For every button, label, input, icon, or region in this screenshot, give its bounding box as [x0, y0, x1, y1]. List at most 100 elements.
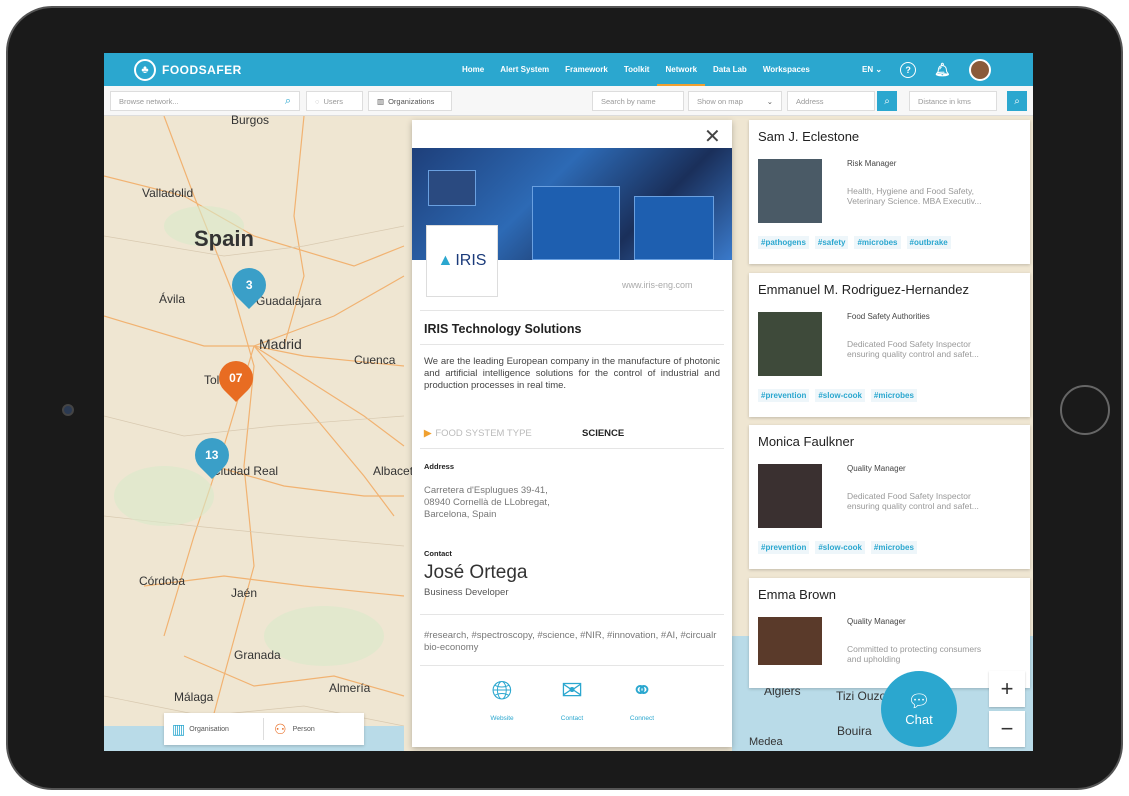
person-tags: #pathogens #safety #microbes #outbrake — [758, 236, 951, 249]
users-icon: ◌ — [315, 96, 320, 106]
contact-button[interactable]: ✉ Contact — [552, 675, 592, 722]
person-tags: #prevention #slow-cook #microbes — [758, 541, 917, 554]
map-label-almeria: Almería — [329, 681, 371, 695]
tag[interactable]: #slow-cook — [815, 389, 865, 402]
name-placeholder: Search by name — [601, 96, 656, 106]
tag[interactable]: #prevention — [758, 389, 810, 402]
search-by-name-input[interactable]: Search by name — [592, 91, 684, 111]
website-text[interactable]: www.iris-eng.com — [622, 280, 693, 290]
food-system-value: SCIENCE — [582, 428, 625, 439]
tag[interactable]: #pathogens — [758, 236, 809, 249]
language-select[interactable]: EN ⌄ — [862, 65, 882, 74]
nav-workspaces[interactable]: Workspaces — [755, 53, 818, 86]
address-line: 08940 Cornellà de LLobregat, — [424, 497, 550, 508]
website-label: Website — [490, 715, 514, 722]
map-label-malaga: Málaga — [174, 690, 214, 704]
organizations-label: Organizations — [388, 96, 435, 106]
cluster-count: 13 — [205, 448, 219, 463]
home-button[interactable] — [1060, 385, 1110, 435]
language-label: EN — [862, 65, 874, 74]
person-card[interactable]: Emma Brown Quality Manager Committed to … — [749, 578, 1030, 688]
booth-box — [428, 170, 476, 206]
tag[interactable]: #microbes — [854, 236, 901, 249]
person-role: Risk Manager — [847, 159, 897, 168]
question-icon[interactable]: ? — [900, 61, 917, 78]
organizations-toggle[interactable]: ▥ Organizations — [368, 91, 452, 111]
map-label-madrid: Madrid — [259, 336, 302, 352]
nav-right: EN ⌄ ? 🔔︎ — [862, 53, 991, 86]
brand-name: FOODSAFER — [162, 62, 242, 77]
bell-icon[interactable]: 🔔︎ — [934, 62, 951, 78]
person-description: Committed to protecting consumers and up… — [847, 644, 982, 664]
organization-description: We are the leading European company in t… — [424, 356, 720, 391]
nav-home[interactable]: Home — [454, 53, 492, 86]
users-toggle[interactable]: ◌ Users — [306, 91, 363, 111]
divider — [420, 614, 724, 615]
close-icon[interactable]: ✕ — [704, 124, 721, 149]
tag[interactable]: #safety — [814, 236, 849, 249]
distance-input[interactable]: Distance in kms — [909, 91, 997, 111]
person-role: Quality Manager — [847, 617, 906, 626]
brand-logo[interactable]: ♣ FOODSAFER — [134, 58, 242, 81]
person-photo — [758, 464, 822, 528]
contact-icon: ✉ — [561, 675, 583, 705]
camera — [62, 404, 74, 416]
contact-role: Business Developer — [424, 587, 509, 598]
show-on-map-select[interactable]: Show on map ⌄ — [688, 91, 782, 111]
tag[interactable]: #prevention — [758, 541, 810, 554]
contact-name: José Ortega — [424, 562, 528, 583]
action-buttons: 🌐︎ Website ✉ Contact ⚭ Connect — [412, 675, 732, 722]
person-card[interactable]: Emmanuel M. Rodriguez-Hernandez Food Saf… — [749, 273, 1030, 417]
map-label-spain: Spain — [194, 226, 254, 251]
nav-data-lab[interactable]: Data Lab — [705, 53, 755, 86]
person-name: Monica Faulkner — [758, 434, 855, 449]
address-input[interactable]: Address — [787, 91, 875, 111]
nav-toolkit[interactable]: Toolkit — [616, 53, 658, 86]
map-label-cuenca: Cuenca — [354, 353, 396, 367]
connect-button[interactable]: ⚭ Connect — [622, 675, 662, 722]
map-label-medea: Medea — [749, 736, 783, 748]
handshake-icon: ⚭ — [631, 675, 653, 705]
website-button[interactable]: 🌐︎ Website — [482, 675, 522, 722]
tag[interactable]: #microbes — [870, 389, 917, 402]
zoom-in-button[interactable]: + — [989, 671, 1025, 707]
address-search-button[interactable]: ⌕ — [877, 91, 897, 111]
browse-network-input[interactable]: Browse network... ⌕ — [110, 91, 300, 111]
tag[interactable]: #slow-cook — [815, 541, 865, 554]
arrow-icon: ▶ — [424, 428, 432, 439]
organisation-icon: ▥ — [172, 720, 186, 737]
tag[interactable]: #outbrake — [906, 236, 951, 249]
search-icon: ⌕ — [284, 94, 291, 107]
tag[interactable]: #microbes — [870, 541, 917, 554]
contact-button-label: Contact — [560, 715, 584, 722]
organization-name: IRIS Technology Solutions — [424, 322, 582, 336]
chat-button[interactable]: 💬︎ Chat — [881, 671, 957, 747]
chat-label: Chat — [905, 712, 933, 727]
distance-placeholder: Distance in kms — [918, 96, 971, 106]
map-label-jaen: Jaén — [231, 586, 258, 600]
connect-label: Connect — [629, 715, 655, 722]
person-photo — [758, 159, 822, 223]
legend-person-label: Person — [292, 725, 315, 733]
person-description: Health, Hygiene and Food Safety, Veterin… — [847, 186, 982, 206]
legend-person[interactable]: ⚇ Person — [264, 721, 315, 738]
address-line: Barcelona, Spain — [424, 509, 497, 520]
divider — [420, 665, 724, 666]
app-screen: ♣ FOODSAFER Home Alert System Framework … — [104, 53, 1033, 751]
nav-framework[interactable]: Framework — [557, 53, 616, 86]
zoom-out-button[interactable]: − — [989, 711, 1025, 747]
organizations-icon: ▥ — [377, 96, 385, 106]
person-name: Emma Brown — [758, 587, 837, 602]
person-card[interactable]: Sam J. Eclestone Risk Manager Health, Hy… — [749, 120, 1030, 264]
cluster-count: 07 — [229, 371, 243, 386]
food-system-type: ▶ FOOD SYSTEM TYPE — [424, 428, 532, 439]
browse-placeholder: Browse network... — [119, 96, 179, 106]
nav-network[interactable]: Network — [657, 53, 706, 86]
user-avatar[interactable] — [968, 58, 991, 81]
person-card[interactable]: Monica Faulkner Quality Manager Dedicate… — [749, 425, 1030, 569]
nav-alert-system[interactable]: Alert System — [492, 53, 557, 86]
legend-organisation[interactable]: ▥ Organisation — [164, 718, 264, 740]
distance-search-button[interactable]: ⌕ — [1007, 91, 1027, 111]
logo-icon: ♣ — [134, 58, 156, 81]
map-label-cordoba: Córdoba — [139, 574, 186, 588]
